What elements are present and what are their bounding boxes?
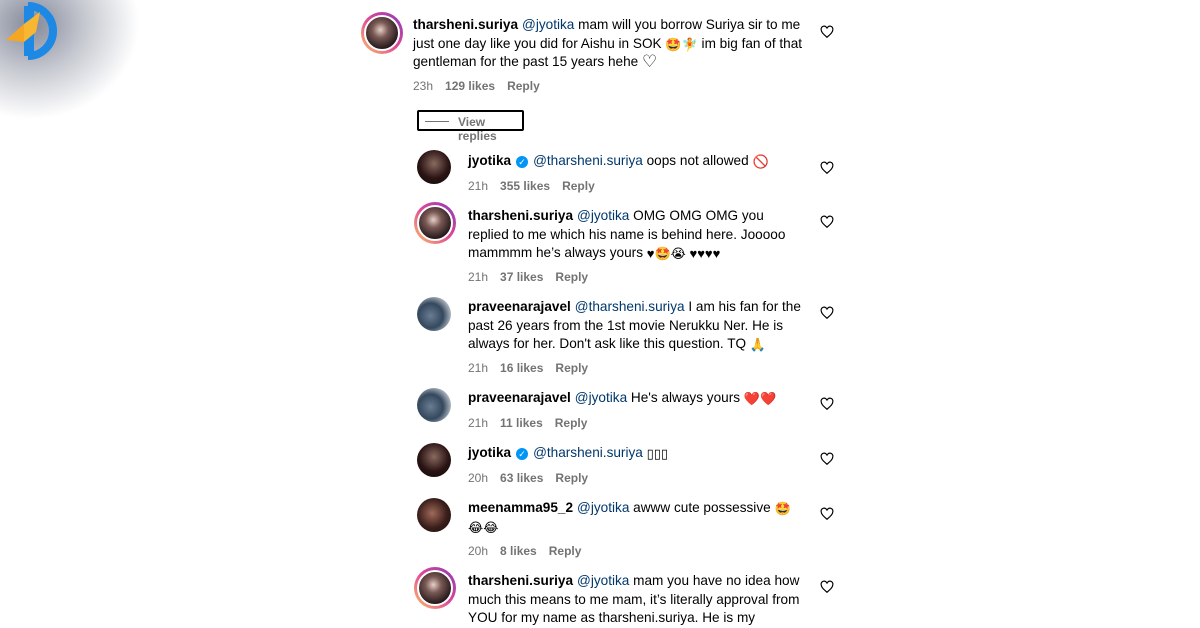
avatar[interactable] <box>414 567 456 609</box>
star-eyes-emoji-icon: 🤩 <box>665 36 682 52</box>
verified-badge-icon: ✓ <box>516 448 529 460</box>
mention-link[interactable]: @jyotika <box>577 208 629 223</box>
reply-button[interactable]: Reply <box>555 361 588 375</box>
star-eyes-emoji-icon: 🤩 <box>774 501 791 516</box>
reply-likes[interactable]: 16 likes <box>500 361 543 375</box>
reply-text: praveenarajavel @jyotika He's always your… <box>468 389 808 408</box>
reply-time: 21h <box>468 416 489 430</box>
reply-username[interactable]: praveenarajavel <box>468 299 571 314</box>
fairy-emoji-icon: 🧚 <box>681 36 698 52</box>
reply-likes[interactable]: 37 likes <box>500 270 543 284</box>
mention-link[interactable]: @tharsheni.suriya <box>575 299 685 314</box>
reply-body: awww cute possessive <box>633 500 771 515</box>
reply-meta: 21h 16 likes Reply <box>468 361 600 375</box>
reply-button[interactable]: Reply <box>562 179 595 193</box>
verified-badge-icon: ✓ <box>516 156 529 168</box>
reply-username[interactable]: meenamma95_2 <box>468 500 573 515</box>
reply-button[interactable]: Reply <box>549 544 582 558</box>
reply-likes[interactable]: 63 likes <box>500 471 543 485</box>
mention-link[interactable]: @jyotika <box>522 17 574 32</box>
heart-emoji-icon: ♡ <box>641 52 658 71</box>
reply-button[interactable]: Reply <box>555 416 588 430</box>
mention-link[interactable]: @tharsheni.suriya <box>533 445 643 460</box>
reply-text: tharsheni.suriya @jyotika OMG OMG OMG you… <box>468 207 808 263</box>
reply-time: 21h <box>468 270 489 284</box>
reply-text: tharsheni.suriya @jyotika mam you have no… <box>468 572 808 628</box>
reply-meta: 20h 63 likes Reply <box>468 471 600 485</box>
site-logo-icon <box>6 2 57 60</box>
like-heart-icon[interactable] <box>820 452 834 466</box>
reply-username[interactable]: praveenarajavel <box>468 390 571 405</box>
reply-text: jyotika ✓ @tharsheni.suriya ▯▯▯ <box>468 444 808 463</box>
reply-username[interactable]: jyotika <box>468 153 511 168</box>
avatar[interactable] <box>417 443 451 477</box>
avatar[interactable] <box>414 202 456 244</box>
like-heart-icon[interactable] <box>820 397 834 411</box>
reply-body: oops not allowed <box>646 153 749 168</box>
comment-likes[interactable]: 129 likes <box>445 79 495 93</box>
comment-username[interactable]: tharsheni.suriya <box>413 17 518 32</box>
reply-likes[interactable]: 11 likes <box>500 416 543 430</box>
reply-username[interactable]: tharsheni.suriya <box>468 573 573 588</box>
reply-meta: 21h 11 likes Reply <box>468 416 599 430</box>
comment-meta: 23h 129 likes Reply <box>413 79 552 93</box>
reply-likes[interactable]: 8 likes <box>500 544 537 558</box>
missing-glyph-icon: ▯▯▯ <box>646 446 669 461</box>
like-heart-icon[interactable] <box>820 580 834 594</box>
reply-username[interactable]: jyotika <box>468 445 511 460</box>
heart-emojis-icon: ♥🤩😭 ♥♥♥♥ <box>646 246 721 261</box>
mention-link[interactable]: @jyotika <box>575 390 627 405</box>
reply-text: praveenarajavel @tharsheni.suriya I am hi… <box>468 298 808 354</box>
like-heart-icon[interactable] <box>820 215 834 229</box>
like-heart-icon[interactable] <box>820 306 834 320</box>
reply-meta: 21h 37 likes Reply <box>468 270 600 284</box>
reply-meta: 21h 355 likes Reply <box>468 179 607 193</box>
red-hearts-emoji-icon: ❤️❤️ <box>743 391 777 406</box>
reply-text: meenamma95_2 @jyotika awww cute possessiv… <box>468 499 808 536</box>
reply-button[interactable]: Reply <box>555 471 588 485</box>
reply-meta: 20h 8 likes Reply <box>468 544 593 558</box>
reply-likes[interactable]: 355 likes <box>500 179 550 193</box>
view-replies-label: View replies <box>458 115 497 143</box>
avatar[interactable] <box>417 388 451 422</box>
folded-hands-emoji-icon: 🙏 <box>749 337 767 352</box>
reply-time: 20h <box>468 544 489 558</box>
like-heart-icon[interactable] <box>820 507 834 521</box>
divider-line <box>425 121 449 122</box>
avatar[interactable] <box>417 297 451 331</box>
like-heart-icon[interactable] <box>820 161 834 175</box>
mention-link[interactable]: @jyotika <box>577 500 629 515</box>
reply-time: 21h <box>468 361 489 375</box>
comment-text: tharsheni.suriya @jyotika mam will you bo… <box>413 16 808 72</box>
reply-username[interactable]: tharsheni.suriya <box>468 208 573 223</box>
reply-time: 20h <box>468 471 489 485</box>
mention-link[interactable]: @tharsheni.suriya <box>533 153 643 168</box>
reply-button[interactable]: Reply <box>555 270 588 284</box>
avatar[interactable] <box>417 498 451 532</box>
reply-body: He's always yours <box>630 390 741 405</box>
comment-time: 23h <box>413 79 434 93</box>
mention-link[interactable]: @jyotika <box>577 573 629 588</box>
reply-button[interactable]: Reply <box>507 79 540 93</box>
reply-text: jyotika ✓ @tharsheni.suriya oops not allow… <box>468 152 808 171</box>
view-replies-button[interactable]: View replies <box>417 110 524 143</box>
like-heart-icon[interactable] <box>820 25 834 39</box>
avatar[interactable] <box>417 150 451 184</box>
prohibited-emoji-icon: 🚫 <box>752 154 769 169</box>
laughing-emojis-icon: 😂😂 <box>468 519 499 535</box>
avatar[interactable] <box>361 12 403 54</box>
reply-time: 21h <box>468 179 489 193</box>
